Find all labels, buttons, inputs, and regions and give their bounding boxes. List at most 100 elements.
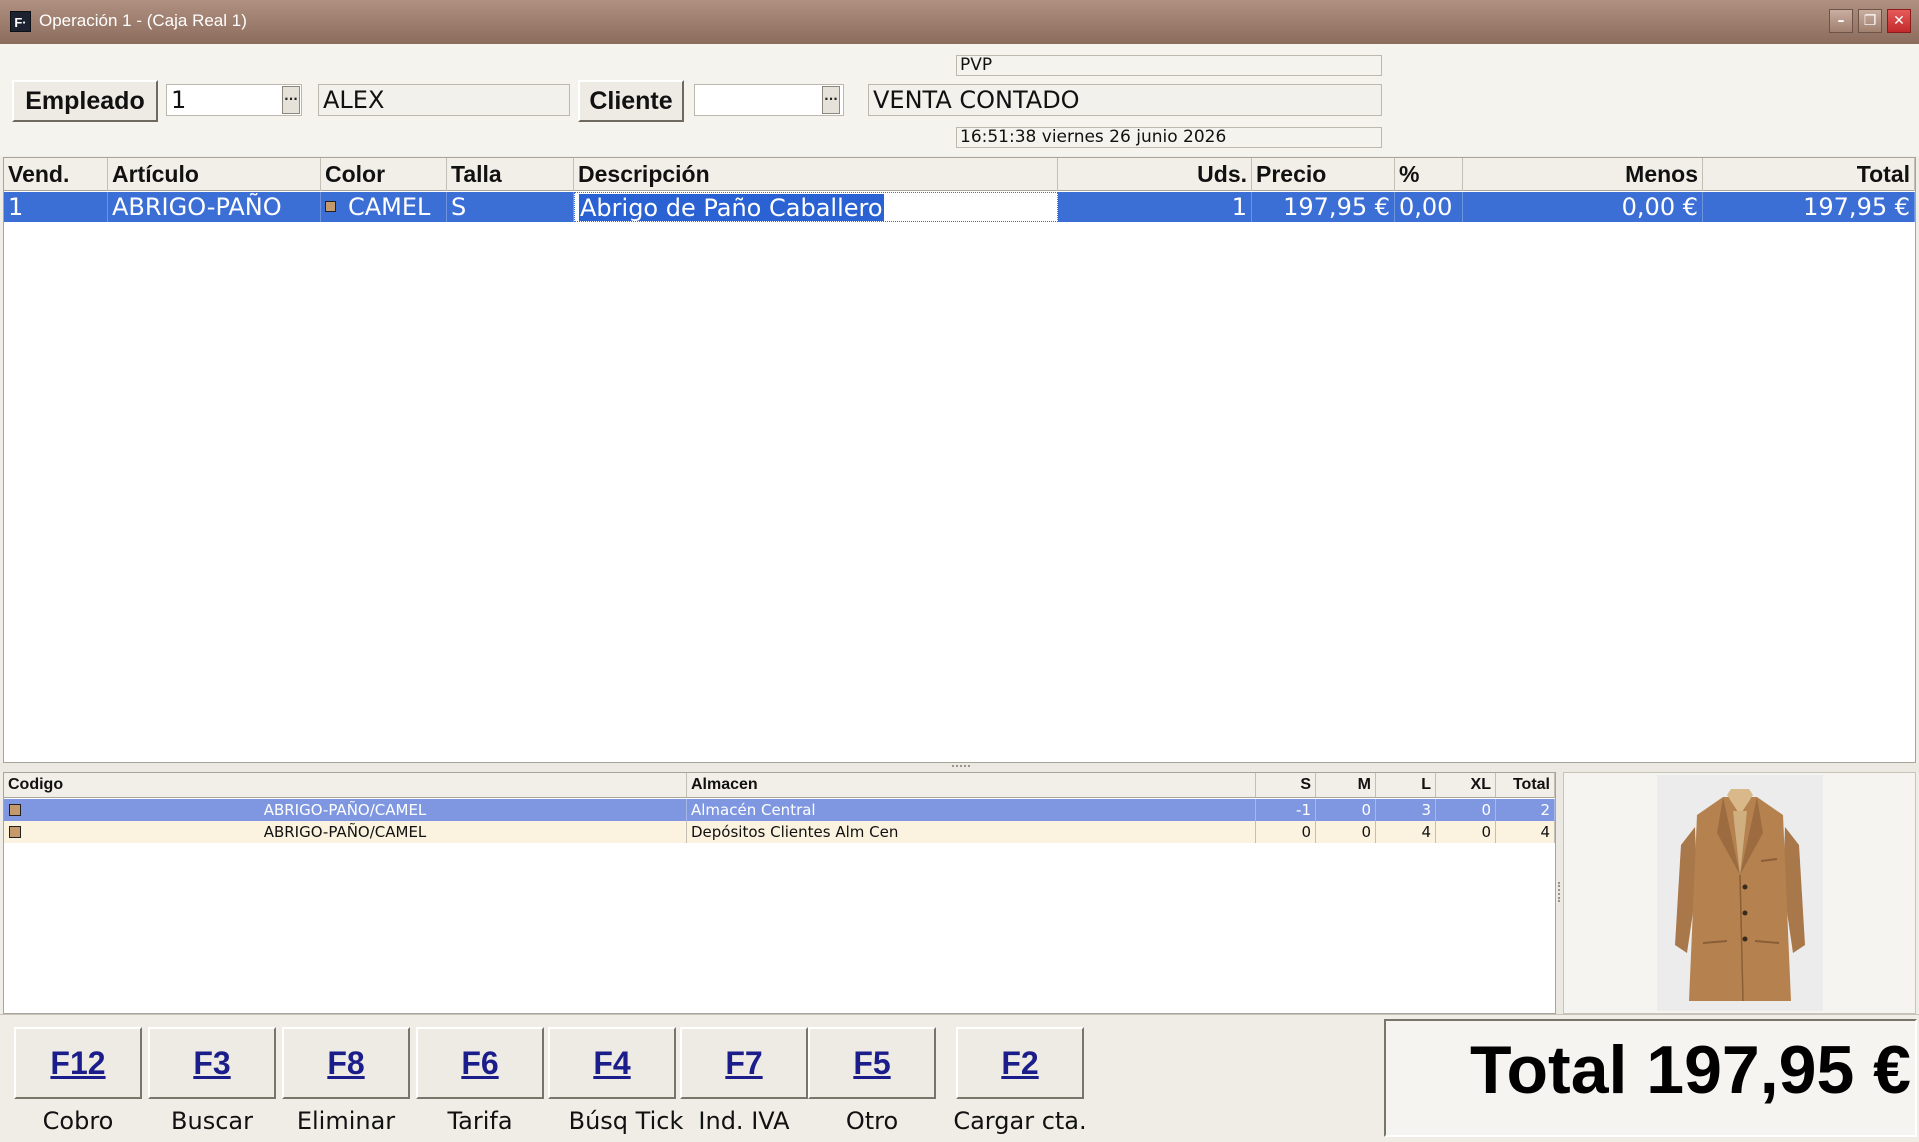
- stock-col-almacen[interactable]: Almacen: [687, 773, 1256, 798]
- f3-caption: Buscar: [171, 1107, 253, 1135]
- descripcion-selected-text: Abrigo de Paño Caballero: [579, 194, 884, 222]
- f5-otro-button[interactable]: F5: [808, 1027, 936, 1099]
- stock-cell-m: 0: [1316, 821, 1376, 843]
- f8-key-label: F8: [327, 1045, 365, 1081]
- grid-header: Vend. Artículo Color Talla Descripción U…: [4, 158, 1915, 191]
- col-precio[interactable]: Precio: [1252, 158, 1395, 191]
- stock-cell-xl: 0: [1436, 821, 1496, 843]
- function-keys-bar: F12 Cobro F3 Buscar F8 Eliminar F6 Tarif…: [0, 1014, 1919, 1142]
- splitter-grip-icon: [952, 765, 970, 769]
- cell-articulo[interactable]: ABRIGO-PAÑO: [108, 192, 321, 222]
- stock-cell-s: 0: [1256, 821, 1316, 843]
- horizontal-splitter[interactable]: [0, 763, 1919, 772]
- stock-col-s[interactable]: S: [1256, 773, 1316, 798]
- operation-header: Empleado 1 ··· ALEX Cliente ··· VENTA CO…: [0, 44, 1919, 156]
- stock-cell-codigo: ABRIGO-PAÑO/CAMEL: [4, 821, 687, 843]
- stock-cell-almacen: Almacén Central: [687, 799, 1256, 821]
- cell-precio[interactable]: 197,95 €: [1252, 192, 1395, 222]
- stock-col-xl[interactable]: XL: [1436, 773, 1496, 798]
- stock-row[interactable]: ABRIGO-PAÑO/CAMEL Depósitos Clientes Alm…: [4, 821, 1555, 843]
- stock-cell-total: 2: [1496, 799, 1555, 821]
- f5-key-label: F5: [853, 1045, 891, 1081]
- empleado-name-field: ALEX: [318, 84, 570, 116]
- stock-col-m[interactable]: M: [1316, 773, 1376, 798]
- f2-caption: Cargar cta.: [953, 1107, 1087, 1135]
- col-articulo[interactable]: Artículo: [108, 158, 321, 191]
- f8-eliminar-button[interactable]: F8: [282, 1027, 410, 1099]
- f6-key-label: F6: [461, 1045, 499, 1081]
- col-pct[interactable]: %: [1395, 158, 1463, 191]
- stock-cell-l: 4: [1376, 821, 1436, 843]
- splitter-grip-icon: [1558, 882, 1561, 902]
- f2-cargar-cta-button[interactable]: F2: [956, 1027, 1084, 1099]
- f7-ind-iva-button[interactable]: F7: [680, 1027, 808, 1099]
- col-uds[interactable]: Uds.: [1058, 158, 1252, 191]
- f4-caption: Búsq Tick: [568, 1107, 684, 1135]
- stock-cell-codigo: ABRIGO-PAÑO/CAMEL: [4, 799, 687, 821]
- f2-key-label: F2: [1001, 1045, 1039, 1081]
- vertical-splitter[interactable]: [1556, 772, 1563, 1014]
- cell-vend[interactable]: 1: [4, 192, 108, 222]
- col-total[interactable]: Total: [1703, 158, 1915, 191]
- stock-cell-l: 3: [1376, 799, 1436, 821]
- f8-caption: Eliminar: [296, 1107, 396, 1135]
- color-swatch: [325, 200, 336, 212]
- restore-icon: ❐: [1863, 13, 1877, 29]
- empleado-button[interactable]: Empleado: [12, 80, 158, 122]
- f3-buscar-button[interactable]: F3: [148, 1027, 276, 1099]
- restore-button[interactable]: ❐: [1858, 9, 1882, 33]
- datetime-field: 16:51:38 viernes 26 junio 2026: [956, 127, 1382, 148]
- stock-cell-total: 4: [1496, 821, 1555, 843]
- f6-tarifa-button[interactable]: F6: [416, 1027, 544, 1099]
- cell-uds[interactable]: 1: [1058, 192, 1252, 222]
- col-menos[interactable]: Menos: [1463, 158, 1703, 191]
- stock-cell-s: -1: [1256, 799, 1316, 821]
- col-vend[interactable]: Vend.: [4, 158, 108, 191]
- stock-cell-almacen: Depósitos Clientes Alm Cen: [687, 821, 1256, 843]
- cell-color[interactable]: CAMEL: [321, 192, 447, 222]
- f12-caption: Cobro: [42, 1107, 114, 1135]
- stock-cell-xl: 0: [1436, 799, 1496, 821]
- col-color[interactable]: Color: [321, 158, 447, 191]
- cell-total[interactable]: 197,95 €: [1703, 192, 1915, 222]
- f5-caption: Otro: [845, 1107, 899, 1135]
- cell-pct[interactable]: 0,00 ': [1395, 192, 1463, 222]
- f7-caption: Ind. IVA: [698, 1107, 790, 1135]
- col-descripcion[interactable]: Descripción: [574, 158, 1058, 191]
- cell-talla[interactable]: S: [447, 192, 574, 222]
- f4-key-label: F4: [593, 1045, 631, 1081]
- f4-busq-tick-button[interactable]: F4: [548, 1027, 676, 1099]
- col-talla[interactable]: Talla: [447, 158, 574, 191]
- sales-lines-grid[interactable]: Vend. Artículo Color Talla Descripción U…: [3, 157, 1916, 763]
- f12-cobro-button[interactable]: F12: [14, 1027, 142, 1099]
- f3-key-label: F3: [193, 1045, 231, 1081]
- tarifa-field: PVP: [956, 55, 1382, 76]
- total-amount: Total 197,95 €: [1470, 1032, 1911, 1108]
- close-button[interactable]: ✕: [1887, 9, 1911, 33]
- cliente-name-field: VENTA CONTADO: [868, 84, 1382, 116]
- empleado-lookup-button[interactable]: ···: [282, 86, 300, 114]
- f6-caption: Tarifa: [447, 1107, 513, 1135]
- stock-cell-m: 0: [1316, 799, 1376, 821]
- table-row[interactable]: 1 ABRIGO-PAÑO CAMEL S Abrigo de Paño Cab…: [4, 192, 1915, 222]
- total-display: Total 197,95 €: [1384, 1019, 1917, 1137]
- cell-menos[interactable]: 0,00 €: [1463, 192, 1703, 222]
- stock-col-l[interactable]: L: [1376, 773, 1436, 798]
- cliente-button[interactable]: Cliente: [578, 80, 684, 122]
- title-bar: F· Operación 1 - (Caja Real 1) – ❐ ✕: [0, 0, 1919, 44]
- f12-key-label: F12: [50, 1045, 106, 1081]
- cliente-lookup-button[interactable]: ···: [822, 86, 840, 114]
- stock-row[interactable]: ABRIGO-PAÑO/CAMEL Almacén Central -1 0 3…: [4, 799, 1555, 821]
- f7-key-label: F7: [725, 1045, 763, 1081]
- close-icon: ✕: [1893, 13, 1905, 29]
- cell-color-label: CAMEL: [348, 193, 431, 221]
- minimize-button[interactable]: –: [1829, 9, 1853, 33]
- stock-col-total[interactable]: Total: [1496, 773, 1555, 798]
- window-title: Operación 1 - (Caja Real 1): [39, 11, 247, 30]
- stock-grid[interactable]: Codigo Almacen S M L XL Total ABRIGO-PAÑ…: [3, 772, 1556, 1014]
- minimize-icon: –: [1837, 13, 1845, 29]
- coat-image: [1657, 775, 1823, 1011]
- cell-descripcion-editor[interactable]: Abrigo de Paño Caballero: [574, 192, 1058, 222]
- stock-col-codigo[interactable]: Codigo: [4, 773, 687, 798]
- product-image-panel: [1563, 772, 1916, 1014]
